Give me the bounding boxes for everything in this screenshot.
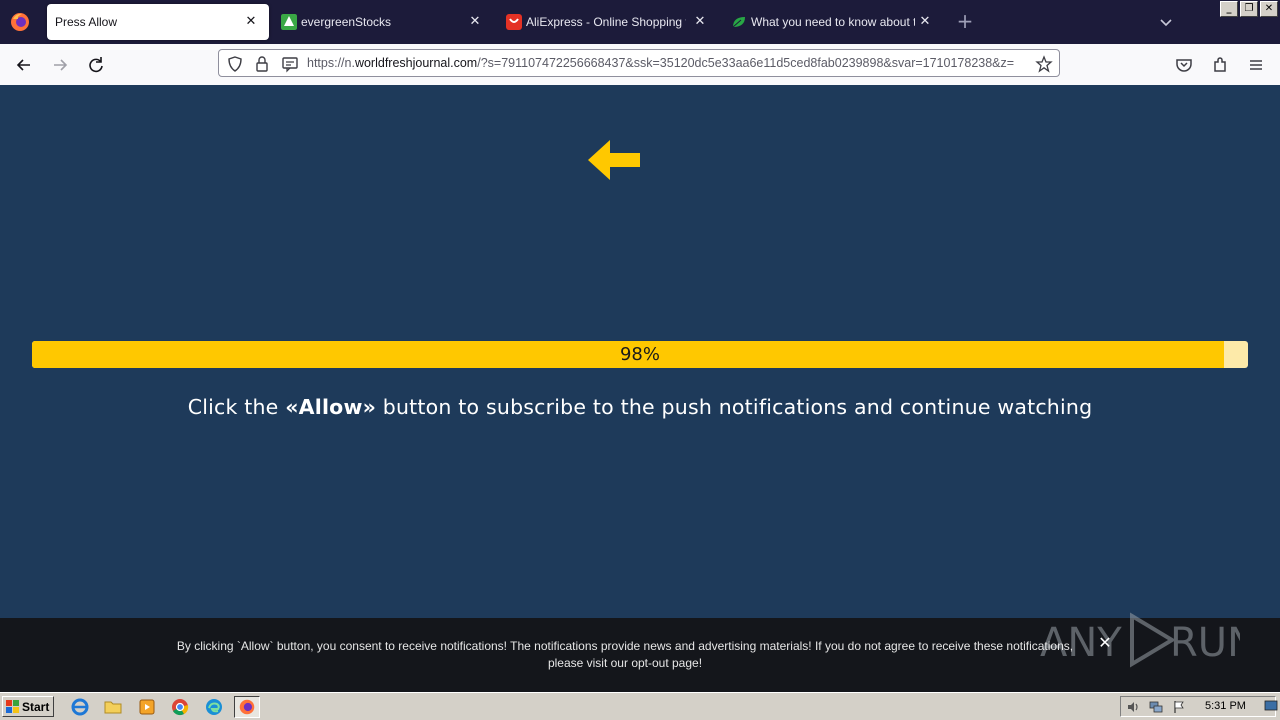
media-player-icon[interactable] <box>134 696 160 718</box>
tab-close-icon[interactable]: ✕ <box>692 12 708 30</box>
consent-line-2: please visit our opt-out page! <box>150 655 1100 672</box>
opt-out-link[interactable]: opt-out page <box>631 656 698 670</box>
bookmark-star-icon[interactable] <box>1035 55 1053 73</box>
app-menu-icon[interactable] <box>1245 54 1267 76</box>
start-label: Start <box>22 700 50 714</box>
window-controls: _ ❐ ✕ <box>1220 1 1278 17</box>
tab-title: AliExpress - Online Shopping for Po <box>526 15 686 29</box>
lock-icon[interactable] <box>253 55 271 73</box>
system-tray: 5:31 PM <box>1120 696 1276 717</box>
list-all-tabs-icon[interactable] <box>1156 12 1176 32</box>
svg-text:RUN: RUN <box>1170 620 1240 666</box>
headline: Click the «Allow» button to subscribe to… <box>0 395 1280 419</box>
page-content: 98% Click the «Allow» button to subscrib… <box>0 85 1280 618</box>
reload-icon[interactable] <box>85 54 107 76</box>
close-window-button[interactable]: ✕ <box>1260 1 1278 17</box>
pocket-icon[interactable] <box>1173 54 1195 76</box>
url-path: /?s=791107472256668437&ssk=35120dc5e33aa… <box>477 56 1015 70</box>
aliexpress-icon <box>506 14 522 30</box>
tab-close-icon[interactable]: ✕ <box>467 12 483 30</box>
arrow-left-icon <box>588 140 640 180</box>
clock[interactable]: 5:31 PM <box>1205 700 1246 712</box>
evergreen-icon <box>281 14 297 30</box>
tab-close-icon[interactable]: ✕ <box>243 12 259 30</box>
leaf-icon <box>732 17 745 28</box>
consent-text: By clicking `Allow` button, you consent … <box>150 638 1100 672</box>
consent-line-2-after: ! <box>698 656 703 670</box>
url-domain: worldfreshjournal.com <box>354 56 478 70</box>
new-tab-button[interactable]: + <box>954 10 976 32</box>
windows-logo-icon <box>6 700 19 713</box>
tab-what-you-need[interactable]: What you need to know about the ✕ <box>721 4 943 40</box>
consent-line-2-before: please visit our <box>547 656 632 670</box>
forward-icon[interactable] <box>49 54 71 76</box>
tab-title: Press Allow <box>55 15 118 29</box>
navigation-toolbar: https://n.worldfreshjournal.com/?s=79110… <box>0 44 1280 86</box>
tab-press-allow[interactable]: Press Allow ✕ <box>47 4 269 40</box>
folder-icon[interactable] <box>100 696 126 718</box>
start-button[interactable]: Start <box>2 696 54 717</box>
tab-strip: Press Allow ✕ evergreenStocks ✕ AliExpre… <box>0 0 1280 44</box>
edge-icon[interactable] <box>201 696 227 718</box>
back-icon[interactable] <box>13 54 35 76</box>
ie-icon[interactable] <box>67 696 93 718</box>
progress-label: 98% <box>619 344 660 365</box>
tab-close-icon[interactable]: ✕ <box>917 12 933 30</box>
url-prefix: https://n. <box>307 56 355 70</box>
restore-button[interactable]: ❐ <box>1240 1 1258 17</box>
headline-text-before: Click the <box>187 395 286 419</box>
action-center-flag-icon[interactable] <box>1171 699 1187 715</box>
windows-taskbar: Start 5:31 PM <box>0 692 1280 720</box>
volume-icon[interactable] <box>1125 699 1141 715</box>
consent-banner: ANY RUN By clicking `Allow` button, you … <box>0 612 1280 692</box>
tab-aliexpress[interactable]: AliExpress - Online Shopping for Po ✕ <box>496 4 718 40</box>
tab-evergreen-stocks[interactable]: evergreenStocks ✕ <box>271 4 493 40</box>
chrome-icon[interactable] <box>167 696 193 718</box>
network-icon[interactable] <box>1148 699 1164 715</box>
extensions-icon[interactable] <box>1209 54 1231 76</box>
progress-bar: 98% <box>32 341 1248 368</box>
url-text[interactable]: https://n.worldfreshjournal.com/?s=79110… <box>307 56 1023 70</box>
tracking-protection-shield-icon[interactable] <box>226 55 244 73</box>
minimize-button[interactable]: _ <box>1220 1 1238 17</box>
show-desktop-icon[interactable] <box>1264 698 1278 714</box>
firefox-menu-icon[interactable] <box>10 12 30 32</box>
tab-title: What you need to know about the <box>751 15 915 29</box>
tab-title: evergreenStocks <box>301 15 392 29</box>
headline-allow-emphasis: «Allow» <box>285 395 377 419</box>
consent-line-1: By clicking `Allow` button, you consent … <box>176 639 1074 653</box>
url-bar[interactable]: https://n.worldfreshjournal.com/?s=79110… <box>218 49 1060 77</box>
consent-close-icon[interactable]: ✕ <box>1096 634 1114 652</box>
headline-text-after: button to subscribe to the push notifica… <box>376 395 1093 419</box>
permissions-icon[interactable] <box>281 55 299 73</box>
firefox-icon[interactable] <box>234 696 260 718</box>
